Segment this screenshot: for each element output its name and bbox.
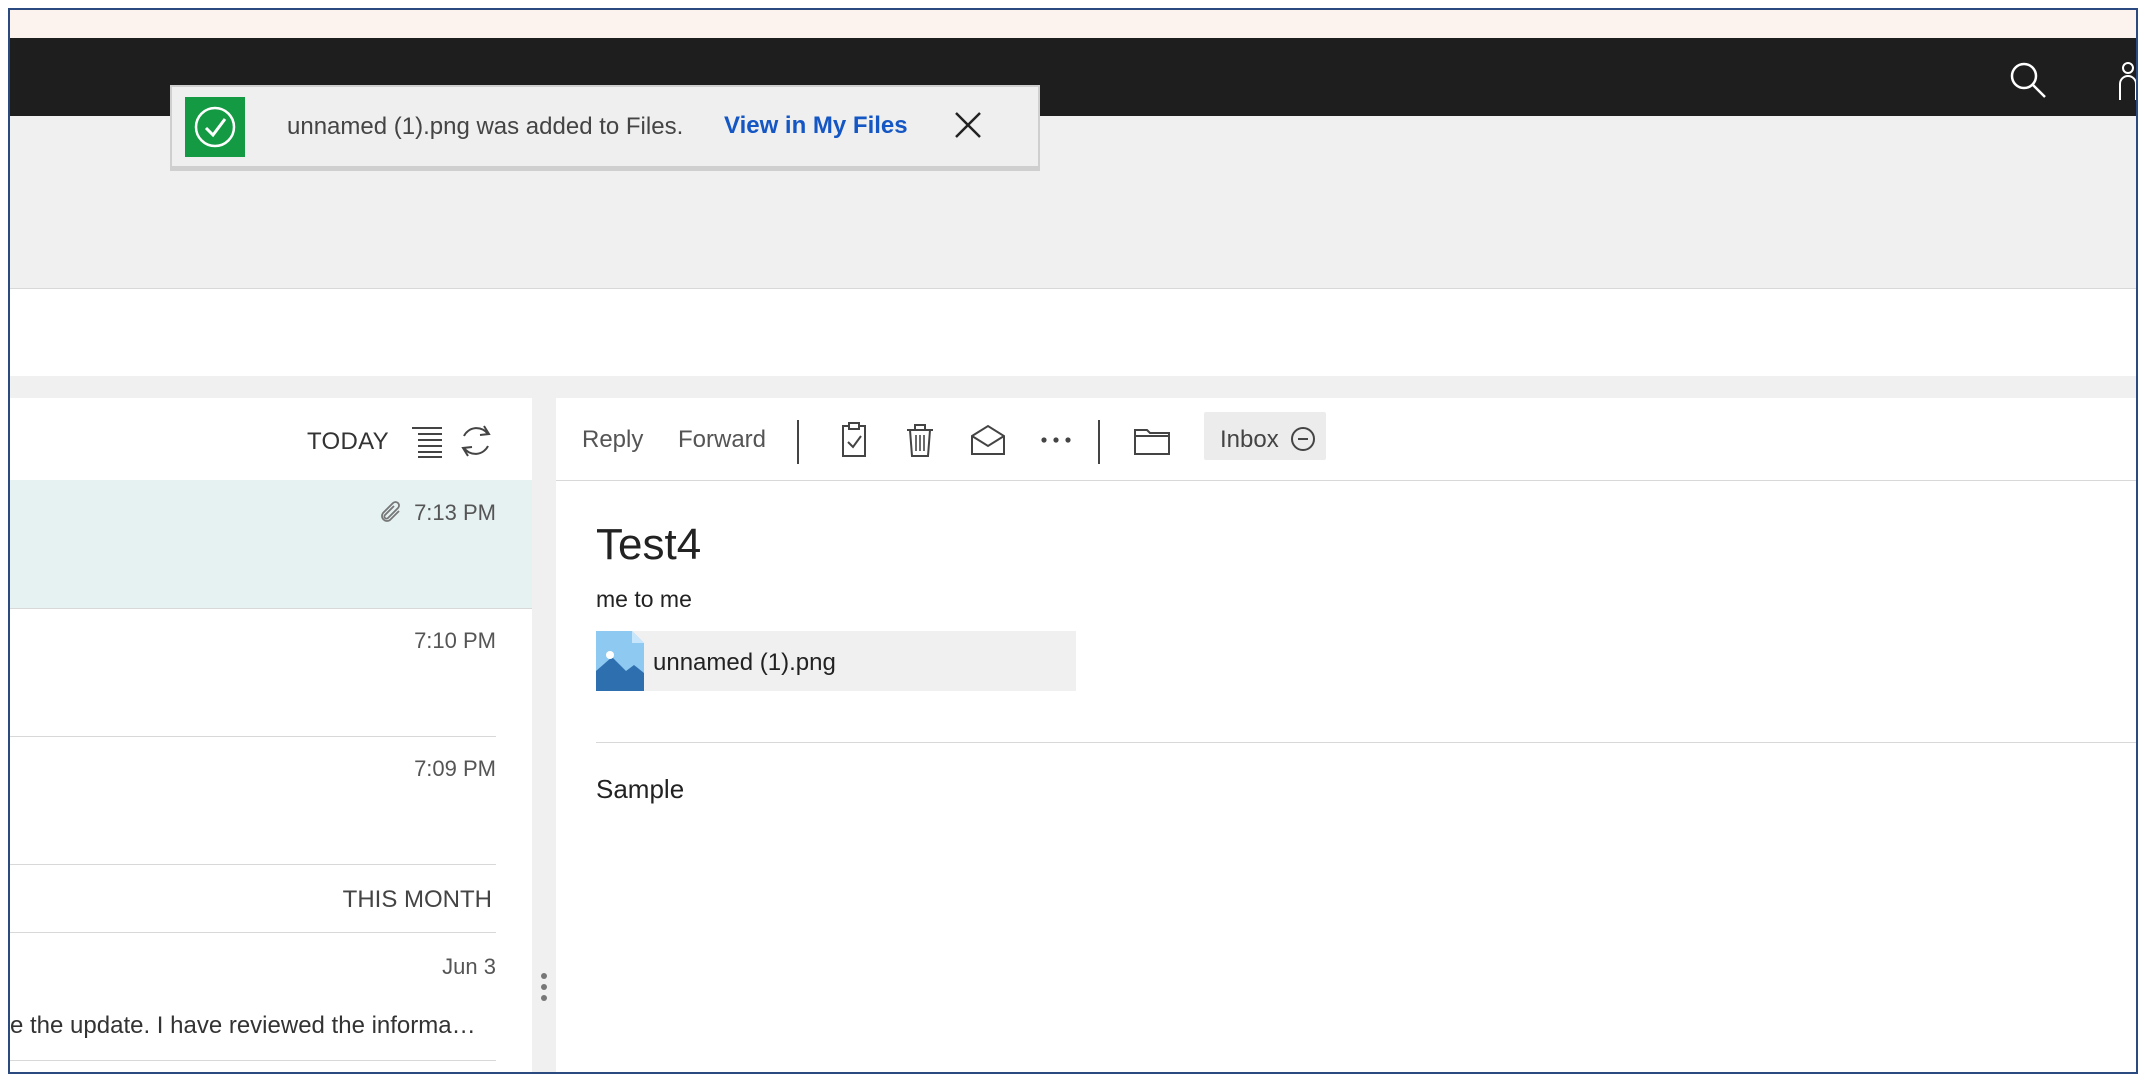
email-from-to: me to me [596,586,692,612]
minus-circle-icon[interactable] [1290,426,1316,452]
sort-icon[interactable] [410,424,444,458]
toast-notification: unnamed (1).png was added to Files. View… [170,85,1040,171]
clipboard-check-icon[interactable] [834,420,874,460]
message-date: Jun 3 [442,954,496,979]
app-window: TODAY 7:13 PM 7:10 PM 7:09 PM THIS MONTH… [8,8,2138,1074]
message-row[interactable]: 7:09 PM [10,736,496,865]
section-label-this-month: THIS MONTH [342,886,492,913]
success-badge [185,97,245,157]
attachment-chip[interactable]: unnamed (1).png [596,631,1076,691]
image-file-icon [596,631,644,691]
toast-message: unnamed (1).png was added to Files. [287,113,684,140]
toolbar-divider [1098,420,1100,464]
list-header: TODAY [10,398,532,481]
folder-chip-label: Inbox [1220,426,1279,453]
notice-strip [10,10,2136,38]
message-preview: e the update. I have reviewed the inform… [10,1012,476,1039]
message-toolbar: Reply Forward Inbox [556,398,2136,481]
message-row[interactable]: 7:10 PM [10,608,496,737]
secondary-bar [10,308,2136,376]
open-envelope-icon[interactable] [968,420,1008,460]
section-label-today: TODAY [307,428,389,455]
pane-gap [10,376,2136,398]
toolbar-divider [797,420,799,464]
folder-chip-inbox[interactable]: Inbox [1204,412,1326,460]
pane-resize-handle[interactable] [532,398,556,1072]
email-body: Sample [596,774,685,804]
message-time: 7:10 PM [414,628,496,653]
message-row-selected[interactable]: 7:13 PM [10,480,532,609]
message-row[interactable]: Jun 3 e the update. I have reviewed the … [10,932,496,1061]
folder-icon[interactable] [1132,420,1172,460]
check-icon [194,106,236,148]
reading-pane: Reply Forward Inbox Test4 me to me unnam… [556,398,2136,1072]
refresh-icon[interactable] [458,422,494,460]
message-list-pane: TODAY 7:13 PM 7:10 PM 7:09 PM THIS MONTH… [10,398,532,1072]
trash-icon[interactable] [900,420,940,460]
message-time: 7:09 PM [414,756,496,781]
user-icon[interactable] [2114,60,2136,100]
close-icon[interactable] [950,107,986,143]
search-icon[interactable] [2008,60,2048,100]
section-header-this-month: THIS MONTH [10,856,496,933]
email-subject: Test4 [596,520,702,569]
paperclip-icon [381,501,400,522]
reply-button[interactable]: Reply [582,426,643,454]
email-body-divider [596,742,2136,743]
forward-button[interactable]: Forward [678,426,766,454]
view-in-my-files-link[interactable]: View in My Files [724,112,908,140]
drag-handle-icon [540,973,548,1006]
more-icon[interactable] [1036,420,1076,460]
message-time: 7:13 PM [414,500,496,525]
attachment-name: unnamed (1).png [653,649,836,676]
